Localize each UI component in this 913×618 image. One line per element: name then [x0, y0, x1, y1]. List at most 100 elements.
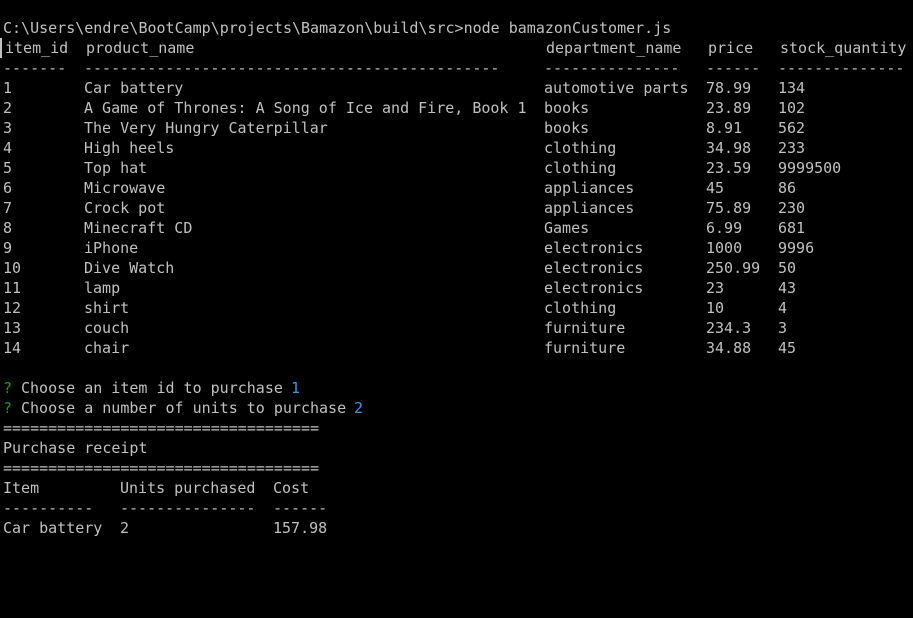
header-price: price — [708, 39, 754, 57]
terminal-window[interactable]: C:\Users\endre\BootCamp\projects\Bamazon… — [0, 0, 913, 541]
cell-product-name: High heels — [84, 139, 175, 157]
cell-price: 234.3 — [706, 319, 752, 337]
cell-price: 250.99 — [706, 259, 761, 277]
cell-product-name: Dive Watch — [84, 259, 175, 277]
table-separator-row: ------- --------------------------------… — [0, 58, 913, 78]
receipt-header-row: Item Units purchased Cost — [0, 478, 600, 498]
receipt-separator-units: --------------- — [120, 499, 256, 517]
cell-product-name: couch — [84, 319, 130, 337]
cell-department-name: Games — [544, 219, 590, 237]
receipt-units: 2 — [120, 519, 130, 537]
prompt-question: Choose an item id to purchase — [21, 379, 283, 397]
cell-price: 23.89 — [706, 99, 752, 117]
receipt-separator-item: ---------- — [3, 499, 94, 517]
receipt-separator-row: ---------- --------------- ------ — [0, 498, 600, 518]
cell-item-id: 13 — [3, 319, 22, 337]
cell-price: 34.98 — [706, 139, 752, 157]
receipt-rule-bottom: =================================== — [3, 459, 320, 477]
cell-price: 34.88 — [706, 339, 752, 357]
cell-stock-quantity: 43 — [778, 279, 797, 297]
cell-stock-quantity: 3 — [778, 319, 788, 337]
prompt-question-icon: ? — [3, 379, 13, 397]
table-row: 5 Top hat clothing 23.59 9999500 — [0, 158, 913, 178]
cell-stock-quantity: 681 — [778, 219, 806, 237]
cell-stock-quantity: 230 — [778, 199, 806, 217]
cell-product-name: The Very Hungry Caterpillar — [84, 119, 328, 137]
cell-department-name: furniture — [544, 339, 626, 357]
table-row: 7 Crock pot appliances 75.89 230 — [0, 198, 913, 218]
prompt-answer: 2 — [354, 399, 364, 417]
table-row: 1 Car battery automotive parts 78.99 134 — [0, 78, 913, 98]
cell-stock-quantity: 233 — [778, 139, 806, 157]
table-row: 2 A Game of Thrones: A Song of Ice and Fi… — [0, 98, 913, 118]
receipt-item: Car battery — [3, 519, 103, 537]
table-row: 6 Microwave appliances 45 86 — [0, 178, 913, 198]
cell-price: 10 — [706, 299, 725, 317]
cell-department-name: automotive parts — [544, 79, 689, 97]
cell-price: 1000 — [706, 239, 743, 257]
cell-department-name: electronics — [544, 279, 644, 297]
header-item-id: item_id — [5, 39, 69, 57]
table-row: 13 couch furniture 234.3 3 — [0, 318, 913, 338]
cell-price: 6.99 — [706, 219, 743, 237]
separator-price: ------ — [706, 59, 761, 77]
cell-price: 23.59 — [706, 159, 752, 177]
receipt-rule-top: =================================== — [3, 419, 320, 437]
receipt-row: Car battery 2 157.98 — [0, 518, 600, 538]
cell-department-name: electronics — [544, 259, 644, 277]
table-row: 9 iPhone electronics 1000 9996 — [0, 238, 913, 258]
cell-item-id: 12 — [3, 299, 22, 317]
receipt-separator-cost: ------ — [273, 499, 328, 517]
cell-stock-quantity: 9999500 — [778, 159, 842, 177]
receipt-header-cost: Cost — [273, 479, 310, 497]
cell-item-id: 14 — [3, 339, 22, 357]
table-row: 14 chair furniture 34.88 45 — [0, 338, 913, 358]
cell-price: 75.89 — [706, 199, 752, 217]
cell-department-name: appliances — [544, 199, 635, 217]
header-department-name: department_name — [546, 39, 682, 57]
cell-item-id: 10 — [3, 259, 22, 277]
command-line: C:\Users\endre\BootCamp\projects\Bamazon… — [3, 19, 672, 37]
cell-department-name: clothing — [544, 139, 617, 157]
receipt-title: Purchase receipt — [3, 439, 148, 457]
cell-product-name: chair — [84, 339, 130, 357]
cell-department-name: appliances — [544, 179, 635, 197]
table-row: 10 Dive Watch electronics 250.99 50 — [0, 258, 913, 278]
cell-item-id: 5 — [3, 159, 13, 177]
cell-stock-quantity: 86 — [778, 179, 797, 197]
cell-department-name: clothing — [544, 159, 617, 177]
cell-product-name: lamp — [84, 279, 121, 297]
cell-stock-quantity: 102 — [778, 99, 806, 117]
cell-item-id: 3 — [3, 119, 13, 137]
prompt-units: ? Choose a number of units to purchase 2 — [0, 398, 600, 418]
cell-product-name: Minecraft CD — [84, 219, 193, 237]
separator-department-name: --------------- — [544, 59, 680, 77]
receipt-header-units: Units purchased — [120, 479, 256, 497]
separator-stock-quantity: -------------- — [778, 59, 905, 77]
separator-item-id: ------- — [3, 59, 67, 77]
prompt-question: Choose a number of units to purchase — [21, 399, 347, 417]
cell-item-id: 1 — [3, 79, 13, 97]
cell-item-id: 9 — [3, 239, 13, 257]
cell-price: 8.91 — [706, 119, 743, 137]
cell-item-id: 11 — [3, 279, 22, 297]
cell-product-name: Top hat — [84, 159, 148, 177]
prompt-question-icon: ? — [3, 399, 13, 417]
cell-stock-quantity: 4 — [778, 299, 788, 317]
prompt-answer: 1 — [291, 379, 301, 397]
table-row: 4 High heels clothing 34.98 233 — [0, 138, 913, 158]
cell-product-name: Car battery — [84, 79, 184, 97]
cell-stock-quantity: 562 — [778, 119, 806, 137]
cell-product-name: Microwave — [84, 179, 166, 197]
cell-product-name: A Game of Thrones: A Song of Ice and Fir… — [84, 99, 527, 117]
receipt-cost: 157.98 — [273, 519, 328, 537]
table-row: 3 The Very Hungry Caterpillar books 8.91 562 — [0, 118, 913, 138]
table-row: 8 Minecraft CD Games 6.99 681 — [0, 218, 913, 238]
table-row: 12 shirt clothing 10 4 — [0, 298, 913, 318]
cell-item-id: 2 — [3, 99, 13, 117]
separator-product-name: ----------------------------------------… — [84, 59, 500, 77]
cell-product-name: Crock pot — [84, 199, 166, 217]
cell-product-name: iPhone — [84, 239, 139, 257]
cell-stock-quantity: 134 — [778, 79, 806, 97]
header-stock-quantity: stock_quantity — [780, 39, 907, 57]
